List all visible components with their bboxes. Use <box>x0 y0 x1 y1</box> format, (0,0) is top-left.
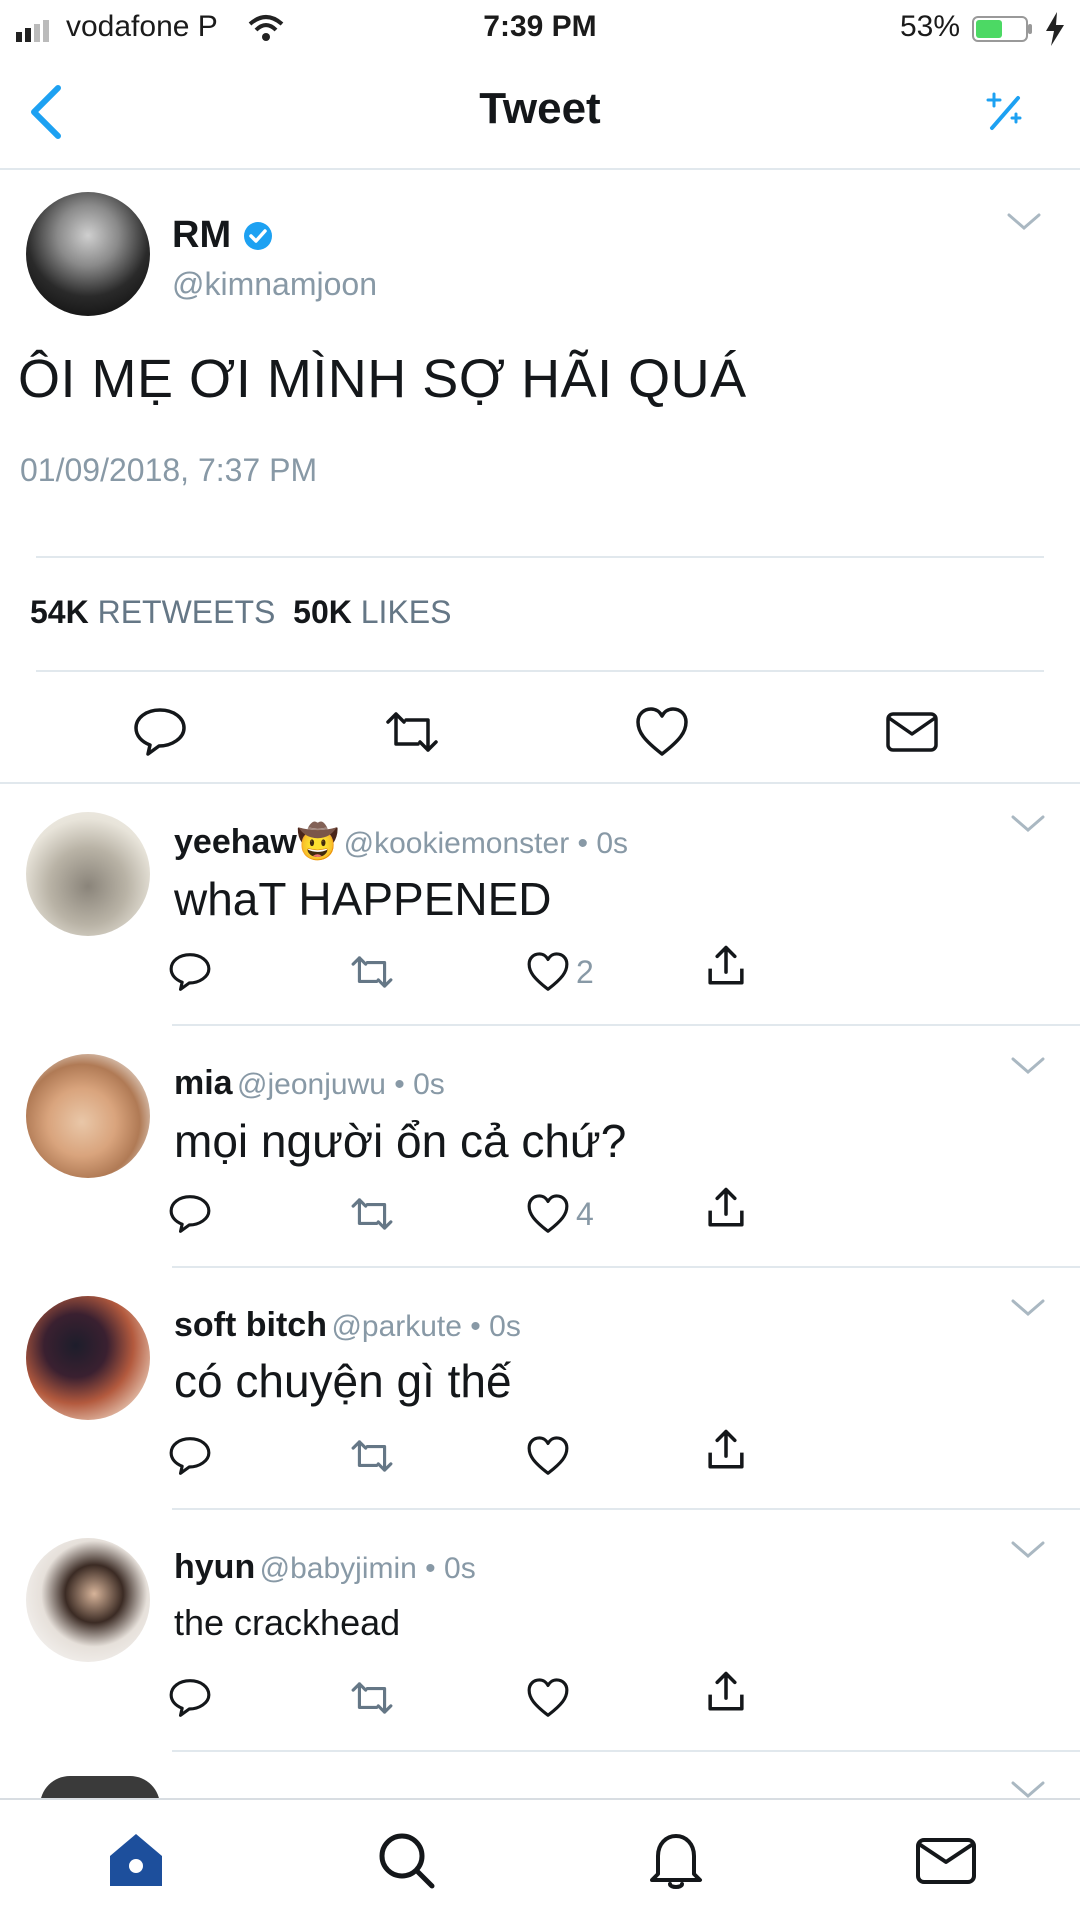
list-item[interactable]: hyun @babyjimin • 0s the crackhead <box>0 1510 1080 1750</box>
divider <box>36 670 1044 672</box>
status-bar: vodafone P 7:39 PM 53% <box>0 0 1080 56</box>
search-icon[interactable] <box>374 1828 438 1892</box>
tweet-timestamp: 01/09/2018, 7:37 PM <box>20 452 318 488</box>
reply-header: mia @jeonjuwu • 0s <box>174 1064 445 1103</box>
reply-text: có chuyện gì thế <box>174 1355 512 1407</box>
divider <box>172 1750 1080 1752</box>
likes-label[interactable]: LIKES <box>361 594 452 630</box>
reply-icon[interactable] <box>168 1434 212 1478</box>
avatar[interactable] <box>26 812 150 936</box>
reply-icon[interactable] <box>168 1676 212 1720</box>
heart-icon[interactable] <box>634 706 690 758</box>
charging-bolt-icon <box>1046 12 1064 46</box>
retweet-icon[interactable] <box>350 1434 394 1478</box>
tweet-text: ÔI MẸ ƠI MÌNH SỢ HÃI QUÁ <box>18 349 747 409</box>
page-title: Tweet <box>479 84 601 133</box>
messages-icon[interactable] <box>914 1828 978 1892</box>
tweet-stats: 54K RETWEETS 50K LIKES <box>30 594 451 631</box>
avatar[interactable] <box>26 1538 150 1662</box>
envelope-icon[interactable] <box>884 706 940 758</box>
retweet-icon[interactable] <box>350 1676 394 1720</box>
heart-icon[interactable] <box>526 1434 570 1478</box>
divider <box>36 556 1044 558</box>
share-icon[interactable] <box>704 1428 748 1472</box>
avatar[interactable] <box>26 1054 150 1178</box>
reply-text: the crackhead <box>174 1602 401 1643</box>
reply-text: mọi người ổn cả chứ? <box>174 1115 627 1167</box>
reply-author-handle[interactable]: @parkute • 0s <box>331 1310 520 1343</box>
reply-author-name[interactable]: hyun <box>174 1548 255 1586</box>
bell-icon[interactable] <box>644 1828 708 1892</box>
reply-icon[interactable] <box>168 1192 212 1236</box>
heart-icon[interactable] <box>526 1676 570 1720</box>
list-item[interactable]: mia @jeonjuwu • 0s mọi người ổn cả chứ? … <box>0 1026 1080 1266</box>
author-name[interactable]: RM <box>172 214 231 257</box>
home-icon[interactable] <box>104 1828 168 1892</box>
battery-percentage: 53% <box>900 10 961 43</box>
sparkle-icon[interactable] <box>982 88 1026 132</box>
like-count: 4 <box>576 1196 594 1232</box>
heart-icon[interactable] <box>526 1192 570 1236</box>
reply-author-name[interactable]: soft bitch <box>174 1306 327 1344</box>
reply-header: soft bitch @parkute • 0s <box>174 1306 521 1345</box>
chevron-down-icon[interactable] <box>1010 1056 1046 1076</box>
retweet-icon[interactable] <box>350 1192 394 1236</box>
reply-header: yeehaw🤠 @kookiemonster • 0s <box>174 822 628 862</box>
divider <box>0 168 1080 170</box>
verified-badge-icon <box>244 222 272 250</box>
retweet-icon[interactable] <box>384 706 440 758</box>
list-item[interactable]: yeehaw🤠 @kookiemonster • 0s whaT HAPPENE… <box>0 784 1080 1024</box>
like-count: 2 <box>576 954 594 990</box>
reply-author-name[interactable]: yeehaw🤠 <box>174 823 339 861</box>
likes-count: 50K <box>293 594 352 630</box>
chevron-down-icon[interactable] <box>1006 212 1042 232</box>
reply-text: whaT HAPPENED <box>174 873 552 925</box>
retweet-icon[interactable] <box>350 950 394 994</box>
reply-author-handle[interactable]: @kookiemonster • 0s <box>344 827 628 860</box>
reply-icon[interactable] <box>132 706 188 758</box>
chevron-down-icon[interactable] <box>1010 1298 1046 1318</box>
reply-author-handle[interactable]: @babyjimin • 0s <box>260 1552 476 1585</box>
reply-author-name[interactable]: mia <box>174 1064 233 1102</box>
avatar[interactable] <box>26 1296 150 1420</box>
chevron-down-icon[interactable] <box>1010 814 1046 834</box>
chevron-down-icon[interactable] <box>1010 1540 1046 1560</box>
battery-icon <box>972 16 1032 42</box>
author-handle[interactable]: @kimnamjoon <box>172 266 377 303</box>
avatar[interactable] <box>26 192 150 316</box>
retweets-count: 54K <box>30 594 89 630</box>
share-icon[interactable] <box>704 1670 748 1714</box>
reply-header: hyun @babyjimin • 0s <box>174 1548 476 1587</box>
retweets-label[interactable]: RETWEETS <box>98 594 276 630</box>
reply-icon[interactable] <box>168 950 212 994</box>
share-icon[interactable] <box>704 944 748 988</box>
list-item[interactable]: soft bitch @parkute • 0s có chuyện gì th… <box>0 1268 1080 1508</box>
reply-author-handle[interactable]: @jeonjuwu • 0s <box>237 1068 445 1101</box>
heart-icon[interactable] <box>526 950 570 994</box>
chevron-down-icon[interactable] <box>1010 1780 1046 1800</box>
share-icon[interactable] <box>704 1186 748 1230</box>
